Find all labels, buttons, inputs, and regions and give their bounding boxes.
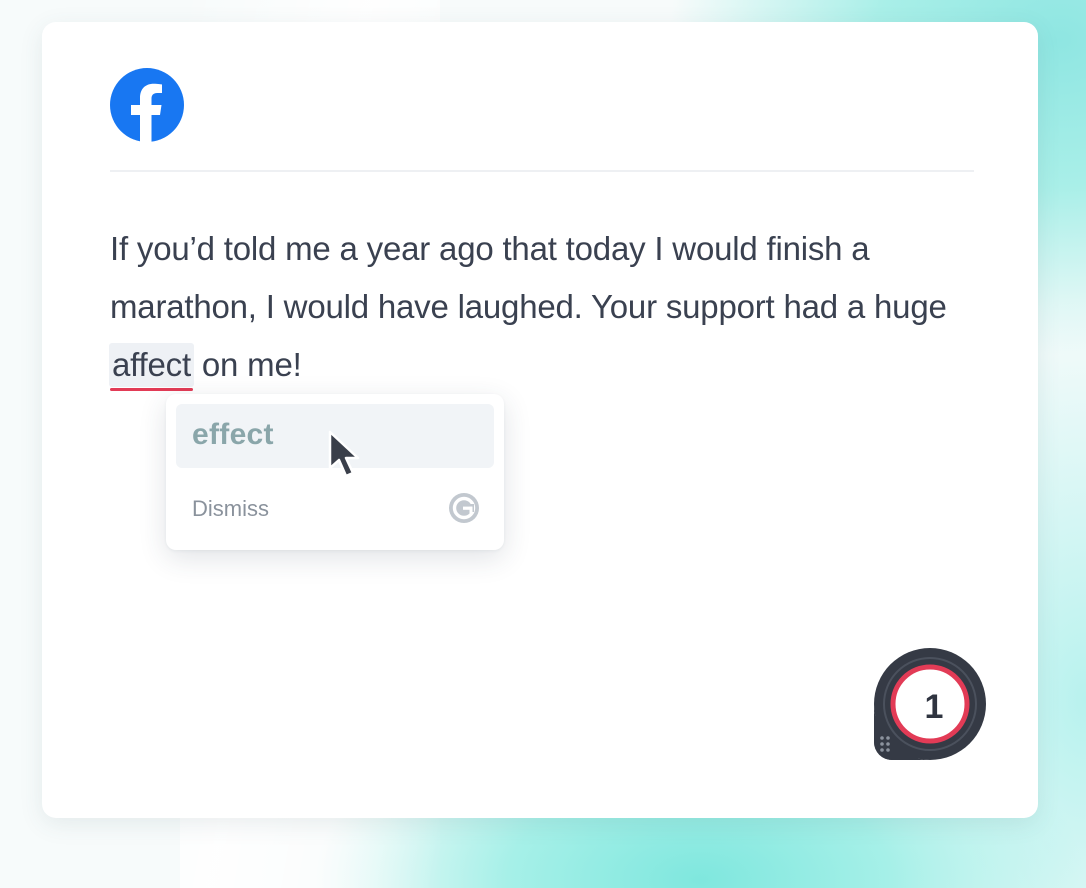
suggestion-popup: effect Dismiss (166, 394, 504, 550)
flagged-word[interactable]: affect (109, 343, 194, 391)
dismiss-button[interactable]: Dismiss (192, 496, 269, 522)
post-text[interactable]: If you’d told me a year ago that today I… (109, 220, 970, 394)
post-card: If you’d told me a year ago that today I… (42, 22, 1038, 818)
post-text-after: on me! (192, 346, 302, 383)
grammarly-g-icon (449, 493, 479, 523)
suggestion-replacement-button[interactable]: effect (176, 404, 494, 478)
issue-count: 1 (924, 687, 944, 726)
grammarly-badge[interactable]: 1 (872, 646, 988, 762)
suggestion-replacement-word: effect (192, 418, 274, 451)
post-text-before: If you’d told me a year ago that today I… (110, 230, 947, 325)
facebook-icon (110, 68, 184, 142)
header-divider (110, 170, 974, 172)
mouse-pointer-icon (328, 430, 360, 478)
